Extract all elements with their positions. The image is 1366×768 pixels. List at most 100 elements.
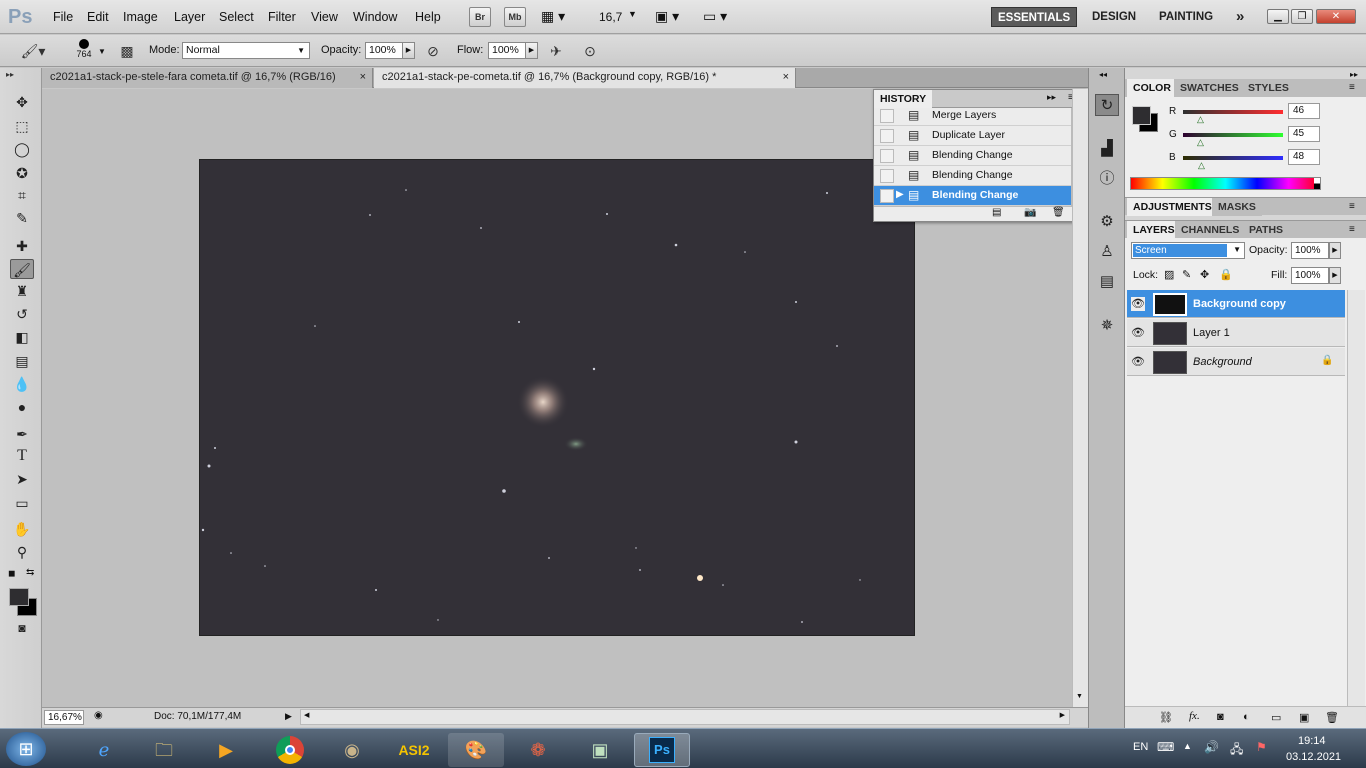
tab-doc-1-close-icon[interactable]: × [360, 68, 366, 87]
opacity-field[interactable]: 100% [365, 42, 403, 59]
workspace-more[interactable]: » [1230, 7, 1250, 27]
collapse-toolbar-icon[interactable]: ▸▸ [6, 70, 14, 79]
tab-adjustments[interactable]: ADJUSTMENTS [1127, 198, 1218, 216]
history-item[interactable]: ▤ Blending Change [874, 146, 1071, 166]
file-explorer-icon[interactable]: 🗀 [136, 733, 192, 767]
default-colors-icon[interactable]: ◼ [8, 568, 15, 579]
menu-window[interactable]: Window [353, 10, 397, 24]
fg-color-chip[interactable] [1132, 106, 1151, 125]
mode-select[interactable]: Normal ▼ [182, 42, 310, 59]
visibility-eye-icon[interactable]: 👁 [1131, 297, 1145, 311]
color-panel-menu-icon[interactable]: ≡ [1349, 82, 1355, 93]
visibility-eye-icon[interactable]: 👁 [1131, 326, 1145, 340]
view-extras-icon[interactable]: ▦ ▾ [541, 8, 579, 26]
network-icon[interactable]: 🖧 [1230, 740, 1243, 761]
quick-selection-tool-icon[interactable]: ✪ [10, 163, 34, 183]
info-panel-icon[interactable]: ⓘ [1095, 168, 1119, 190]
black-white-chips[interactable] [1314, 178, 1320, 189]
history-snapshot-box[interactable] [880, 109, 894, 123]
layer-style-icon[interactable]: fx. [1189, 710, 1200, 722]
history-snapshot-box[interactable] [880, 189, 894, 203]
collapse-dock-icon[interactable]: ▸▸ [1350, 70, 1358, 79]
link-layers-icon[interactable]: ⛓ [1159, 711, 1173, 724]
tab-doc-1[interactable]: c2021a1-stack-pe-stele-fara cometa.tif @… [42, 68, 373, 88]
actions-panel-icon[interactable]: ✵ [1095, 315, 1119, 337]
new-snapshot-icon[interactable]: 📷 [1024, 207, 1036, 218]
media-player-icon[interactable]: ▶ [198, 733, 254, 767]
layer-row[interactable]: 👁 Layer 1 [1127, 319, 1345, 347]
history-panel-icon[interactable]: ↻ [1095, 94, 1119, 116]
history-snapshot-box[interactable] [880, 149, 894, 163]
internet-explorer-icon[interactable]: ℯ [76, 733, 132, 767]
scroll-right-icon[interactable]: ▶ [1060, 711, 1065, 719]
tab-channels[interactable]: CHANNELS [1175, 221, 1246, 239]
type-tool-icon[interactable]: T [10, 446, 34, 466]
menu-edit[interactable]: Edit [87, 10, 109, 24]
start-button[interactable]: ⊞ [6, 732, 46, 766]
b-slider-handle[interactable]: △ [1198, 160, 1205, 171]
collapse-panel-icon[interactable]: ▸▸ [1047, 92, 1056, 103]
history-item-current[interactable]: ▶ ▤ Blending Change [874, 186, 1071, 206]
tab-doc-2-close-icon[interactable]: × [783, 68, 789, 87]
layer-row-selected[interactable]: 👁 Background copy [1127, 290, 1345, 318]
fill-arrow[interactable]: ▶ [1329, 267, 1341, 284]
tab-paths[interactable]: PATHS [1243, 221, 1290, 239]
layer-row[interactable]: 👁 Background 🔒 [1127, 348, 1345, 376]
show-hidden-icons[interactable]: ▲ [1183, 741, 1192, 751]
clone-source-panel-icon[interactable]: ♙ [1095, 241, 1119, 263]
delete-layer-icon[interactable]: 🗑 [1325, 711, 1339, 724]
status-menu-icon[interactable]: ▶ [285, 711, 292, 722]
menu-layer[interactable]: Layer [174, 10, 205, 24]
close-button[interactable]: ✕ [1316, 9, 1356, 24]
document-image[interactable] [199, 159, 915, 636]
history-snapshot-box[interactable] [880, 129, 894, 143]
adjustments-panel-menu-icon[interactable]: ≡ [1349, 201, 1355, 212]
crop-tool-icon[interactable]: ⌗ [10, 185, 34, 205]
airbrush-icon[interactable]: ✈ [546, 42, 566, 60]
bridge-button[interactable]: Br [469, 7, 491, 27]
menu-image[interactable]: Image [123, 10, 158, 24]
workspace-design[interactable]: DESIGN [1086, 7, 1142, 27]
hand-tool-icon[interactable]: ✋ [10, 519, 34, 539]
new-layer-icon[interactable]: ▣ [1299, 711, 1309, 724]
scroll-left-icon[interactable]: ◀ [304, 711, 309, 719]
flow-arrow[interactable]: ▶ [525, 42, 538, 59]
zoom-field[interactable]: 16,67% [44, 710, 84, 725]
swap-colors-icon[interactable]: ⇆ [26, 567, 34, 578]
tab-layers[interactable]: LAYERS [1127, 221, 1181, 239]
histogram-panel-icon[interactable]: ▟ [1095, 138, 1119, 160]
menu-select[interactable]: Select [219, 10, 254, 24]
menu-help[interactable]: Help [415, 10, 441, 24]
gradient-tool-icon[interactable]: ▤ [10, 351, 34, 371]
workspace-essentials[interactable]: ESSENTIALS [991, 7, 1078, 27]
tab-styles[interactable]: STYLES [1242, 79, 1295, 97]
brush-tool-icon[interactable]: 🖌 [10, 259, 34, 279]
brush-dropdown-icon[interactable]: ▼ [98, 47, 106, 56]
arrange-documents-icon[interactable]: ▣ ▾ [655, 8, 687, 25]
menu-view[interactable]: View [311, 10, 338, 24]
planet-app-icon[interactable]: ◉ [324, 733, 380, 767]
layer-opacity-arrow[interactable]: ▶ [1329, 242, 1341, 259]
language-indicator[interactable]: EN [1133, 741, 1148, 753]
action-center-icon[interactable]: ⚑ [1256, 740, 1267, 754]
blend-mode-select[interactable]: Screen ▼ [1131, 242, 1245, 259]
lock-position-icon[interactable]: ✥ [1200, 268, 1209, 281]
g-slider-handle[interactable]: △ [1197, 137, 1204, 148]
expand-panels-icon[interactable]: ◂◂ [1099, 70, 1107, 79]
brush-size-picker[interactable]: 764 [73, 39, 95, 59]
eyedropper-tool-icon[interactable]: ✎ [10, 208, 34, 228]
flow-field[interactable]: 100% [488, 42, 526, 59]
path-selection-tool-icon[interactable]: ➤ [10, 469, 34, 489]
paint-app-icon[interactable]: 🎨 [448, 733, 504, 767]
lock-all-icon[interactable]: 🔒 [1219, 268, 1233, 281]
zoom-tool-icon[interactable]: ⚲ [10, 542, 34, 562]
tab-masks[interactable]: MASKS [1212, 198, 1262, 216]
healing-brush-tool-icon[interactable]: ✚ [10, 236, 34, 256]
new-group-icon[interactable]: ▭ [1271, 711, 1281, 724]
new-document-from-state-icon[interactable]: ▤ [992, 207, 1001, 218]
screen-mode-icon[interactable]: ▭ ▾ [703, 8, 735, 25]
layers-panel-menu-icon[interactable]: ≡ [1349, 224, 1355, 235]
clone-stamp-tool-icon[interactable]: ♜ [10, 281, 34, 301]
shape-tool-icon[interactable]: ▭ [10, 493, 34, 513]
g-value[interactable]: 45 [1288, 126, 1320, 142]
